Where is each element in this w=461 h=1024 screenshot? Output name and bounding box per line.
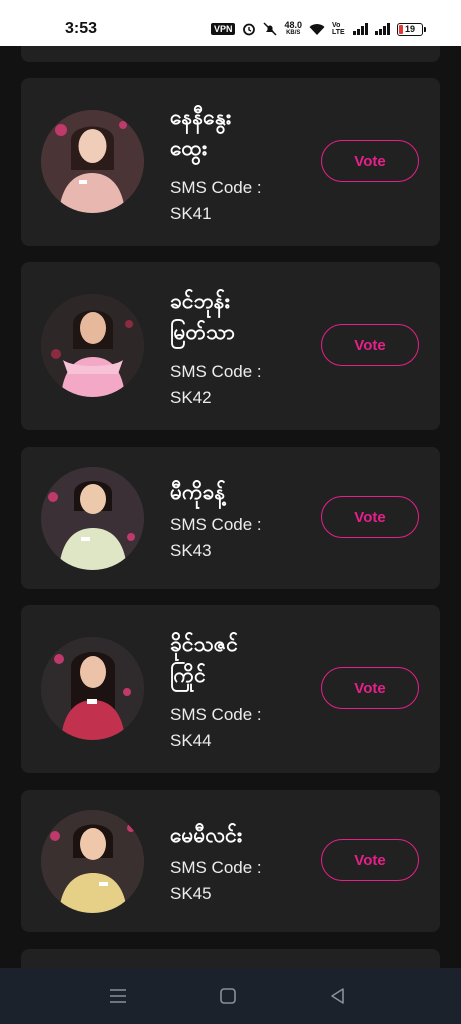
contestant-name: မီကိုခန့်: [170, 480, 226, 504]
contestant-avatar: [41, 467, 144, 570]
contestant-card: မေမီလင်း SMS Code : SK45 Vote: [21, 790, 440, 932]
vote-button[interactable]: Vote: [321, 496, 419, 538]
contestant-photo: [41, 110, 144, 213]
vpn-icon: VPN: [210, 23, 236, 35]
signal-icon-1: [353, 23, 368, 35]
contestant-name: နေနီနွေး ထွေး: [170, 105, 232, 160]
contestant-photo: [41, 467, 144, 570]
contestant-photo: [41, 294, 144, 397]
contestant-name: ခိုင်သဇင် ကြိုင်: [170, 632, 238, 687]
volte-icon: Vo LTE: [332, 22, 345, 36]
contestant-avatar: [41, 637, 144, 740]
sms-code: SMS Code : SK42: [170, 362, 262, 407]
back-icon[interactable]: [326, 984, 350, 1008]
home-icon[interactable]: [216, 984, 240, 1008]
vote-button[interactable]: Vote: [321, 140, 419, 182]
vote-button[interactable]: Vote: [321, 324, 419, 366]
navigation-bar: [0, 968, 461, 1024]
contestant-card-partial: [21, 949, 440, 968]
sms-code: SMS Code : SK45: [170, 858, 262, 903]
contestant-card: နေနီနွေး ထွေး SMS Code : SK41 Vote: [21, 78, 440, 246]
contestant-card: မီကိုခန့် SMS Code : SK43 Vote: [21, 447, 440, 589]
contestant-card: ခိုင်သဇင် ကြိုင် SMS Code : SK44 Vote: [21, 605, 440, 773]
signal-icon-2: [375, 23, 390, 35]
contestant-avatar: [41, 810, 144, 913]
status-bar: 3:53 VPN 48.0 KB/S Vo LTE 19: [0, 0, 461, 46]
wifi-icon: [309, 23, 325, 35]
contestant-photo: [41, 810, 144, 913]
alarm-icon: [243, 23, 256, 36]
sms-code: SMS Code : SK41: [170, 178, 262, 223]
sms-code: SMS Code : SK43: [170, 515, 262, 560]
vote-button[interactable]: Vote: [321, 667, 419, 709]
status-time: 3:53: [65, 20, 98, 37]
contestant-card: ခင်ဘုန်း မြတ်သာ SMS Code : SK42 Vote: [21, 262, 440, 430]
network-speed: 48.0 KB/S: [284, 20, 302, 37]
contestant-name: ခင်ဘုန်း မြတ်သာ: [170, 289, 235, 344]
contestant-card-partial: [21, 46, 440, 62]
mute-icon: [263, 22, 277, 36]
status-icons: VPN 48.0 KB/S Vo LTE 19: [210, 20, 426, 37]
contestant-list[interactable]: နေနီနွေး ထွေး SMS Code : SK41 Vote ခင်ဘုန်…: [0, 46, 461, 968]
contestant-avatar: [41, 110, 144, 213]
vote-button[interactable]: Vote: [321, 839, 419, 881]
contestant-name: မေမီလင်း: [170, 823, 243, 847]
sms-code: SMS Code : SK44: [170, 705, 262, 750]
battery-icon: 19: [397, 22, 426, 36]
contestant-avatar: [41, 294, 144, 397]
menu-icon[interactable]: [106, 984, 130, 1008]
contestant-photo: [41, 637, 144, 740]
